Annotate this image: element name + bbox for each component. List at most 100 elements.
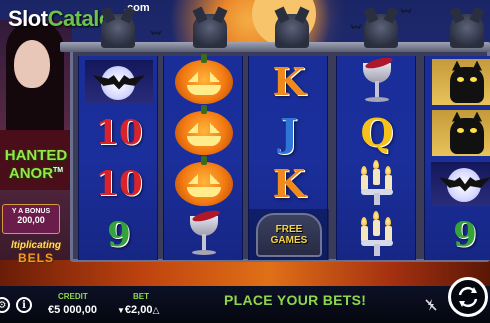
reel-1: 10 10 9 <box>78 56 158 260</box>
reel-cell: 9 <box>425 209 490 260</box>
cat-eye <box>457 76 464 82</box>
symbol-9: 9 <box>453 214 477 255</box>
pumpkin-mouth <box>187 186 221 197</box>
goblet-stem <box>202 233 206 250</box>
bet-control: ▼€2,00△ <box>117 304 159 316</box>
reel-cell <box>164 208 244 260</box>
free-games-line2: GAMES <box>270 234 308 246</box>
symbol-bat-moon <box>431 161 490 206</box>
bet-increase-icon[interactable]: △ <box>152 305 159 315</box>
pumpkin-eyes <box>188 173 220 184</box>
symbol-pumpkin <box>175 104 233 155</box>
game-title-logo: HANTED ANORTM <box>0 148 72 181</box>
reel-cell: J <box>249 107 329 158</box>
info-icon-glyph: i <box>22 299 26 311</box>
reel-cell: 10 <box>79 107 159 158</box>
candelabra-stand <box>374 243 380 256</box>
reel-5: 9 <box>424 56 490 260</box>
feature-line1: ltiplicating <box>11 240 61 251</box>
symbol-k: K <box>272 59 306 104</box>
pumpkin-eyes <box>188 71 220 82</box>
character-face <box>14 40 50 88</box>
candle-flame <box>385 216 391 226</box>
bet-value: €2,00 <box>124 304 153 316</box>
reel-cell: K <box>249 158 329 209</box>
gargoyle-statue <box>275 14 309 48</box>
reel-cell: Q <box>337 107 417 158</box>
buy-bonus-button[interactable]: Y A BONUS 200,00 <box>2 204 60 234</box>
credit-value: €5 000,00 <box>48 304 97 316</box>
symbol-free-games-scatter: FREE GAMES <box>256 212 322 257</box>
logo-part-slot: Slot <box>8 6 48 31</box>
buy-bonus-price: 200,00 <box>17 215 45 225</box>
cat-eye <box>470 76 477 82</box>
feature-banner: ltiplicating BELS <box>0 240 72 265</box>
reel-cell <box>425 158 490 209</box>
goblet-stem <box>375 80 379 97</box>
gargoyle-statue <box>101 14 135 48</box>
free-games-line1: FREE <box>275 223 303 235</box>
symbol-candelabra <box>355 159 399 207</box>
reel-2 <box>163 53 244 260</box>
reel-cell <box>337 209 417 260</box>
info-icon[interactable]: i <box>16 297 32 313</box>
credit-label: CREDIT <box>58 292 88 301</box>
gargoyle-statue <box>364 14 398 48</box>
symbol-goblet <box>184 208 224 258</box>
candle-flame <box>361 216 367 226</box>
reel-cell <box>164 155 244 209</box>
symbol-9: 9 <box>107 214 131 255</box>
symbol-10: 10 <box>95 112 143 153</box>
spin-arrows-icon <box>458 286 478 308</box>
candle-flame <box>373 159 379 169</box>
reel-cell: 9 <box>79 209 159 260</box>
symbol-goblet <box>357 55 397 105</box>
candelabra-stand <box>374 192 380 205</box>
candle-flame <box>361 165 367 175</box>
reel-cell: 10 <box>79 158 159 209</box>
pumpkin-mouth <box>187 84 221 95</box>
reel-3: K J K FREE GAMES <box>248 56 329 260</box>
symbol-10: 10 <box>95 163 143 204</box>
game-title-line1: HANTED <box>4 147 68 164</box>
gargoyle-statue <box>193 14 227 48</box>
reel-cell: K <box>249 56 329 107</box>
bet-decrease-icon[interactable]: ▼ <box>117 306 125 315</box>
reel-cell <box>337 55 417 107</box>
spin-button[interactable] <box>448 277 488 317</box>
candle-flame <box>385 165 391 175</box>
candle <box>373 168 380 185</box>
reel-cell <box>425 56 490 107</box>
status-message: PLACE YOUR BETS! <box>224 292 367 308</box>
candle-flame <box>373 210 379 220</box>
symbol-pumpkin <box>175 155 233 206</box>
symbol-k: K <box>272 161 306 206</box>
pumpkin-eyes <box>188 122 220 133</box>
cat-eye <box>470 127 477 133</box>
symbol-black-cat <box>432 109 490 156</box>
game-title-line2: ANOR <box>8 165 54 182</box>
buy-bonus-label: Y A BONUS <box>11 208 51 215</box>
cat-body <box>450 117 484 154</box>
reel-cell <box>164 104 244 158</box>
reel-cell: FREE GAMES <box>249 209 329 260</box>
pumpkin-mouth <box>187 135 221 146</box>
symbol-bat-moon <box>85 59 153 104</box>
symbol-black-cat <box>432 58 490 105</box>
symbol-pumpkin <box>175 53 233 104</box>
symbol-j: J <box>280 110 298 155</box>
reel-cell <box>337 158 417 209</box>
bet-label: BET <box>133 292 149 301</box>
reel-cell <box>79 56 159 107</box>
goblet-base <box>365 96 389 102</box>
symbol-q: Q <box>360 110 394 155</box>
reel-4: Q <box>336 55 417 260</box>
symbol-candelabra <box>355 210 399 258</box>
goblet-base <box>192 249 216 255</box>
reel-cell <box>164 53 244 107</box>
gargoyle-statue <box>450 14 484 48</box>
trademark-mark: TM <box>53 167 64 174</box>
lightning-icon[interactable] <box>424 298 438 312</box>
reel-cell <box>425 107 490 158</box>
feature-line2: BELS <box>17 251 54 265</box>
